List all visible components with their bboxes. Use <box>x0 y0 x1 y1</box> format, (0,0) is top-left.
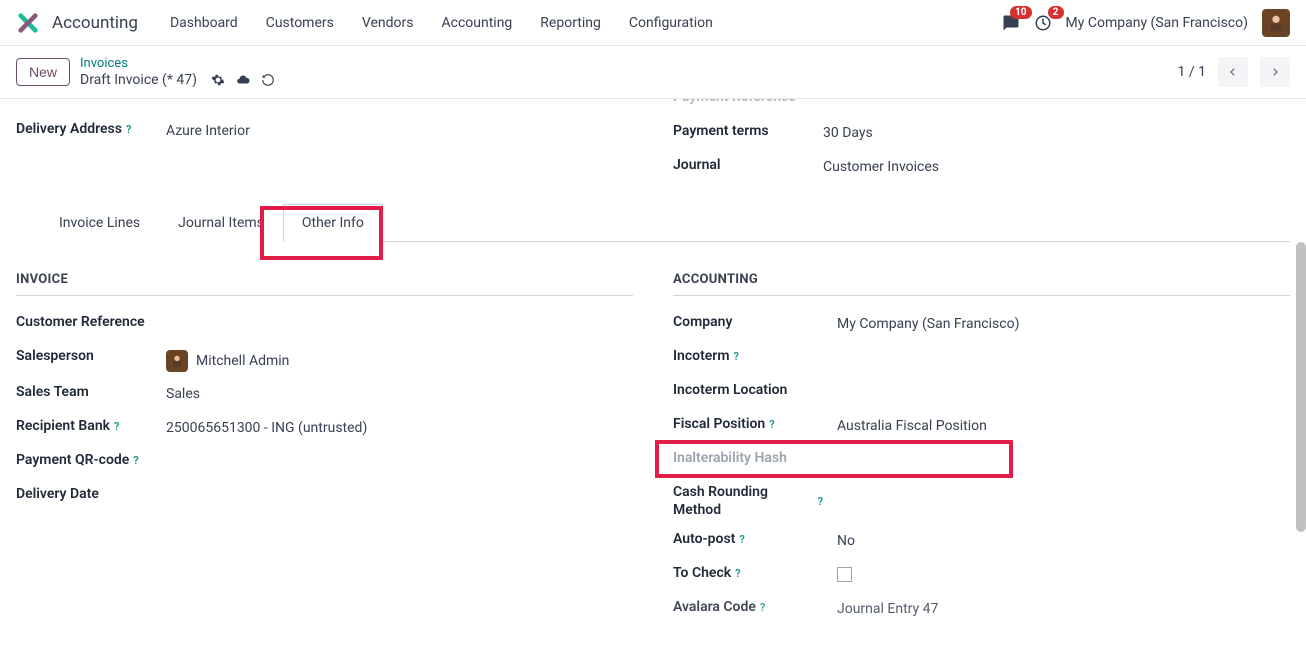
salesperson-avatar-icon <box>166 350 188 372</box>
app-logo[interactable] <box>16 11 40 35</box>
topnav-right: 10 2 My Company (San Francisco) <box>1002 9 1290 37</box>
help-icon[interactable]: ? <box>818 495 823 509</box>
pager-prev[interactable] <box>1218 57 1248 87</box>
form-content: Delivery Address? Azure Interior Payment… <box>0 99 1306 655</box>
incoterm-location-label: Incoterm Location <box>673 382 843 398</box>
cloud-save-icon[interactable] <box>235 73 251 87</box>
nav-accounting[interactable]: Accounting <box>429 9 524 37</box>
activities-button[interactable]: 2 <box>1034 14 1052 32</box>
payment-terms-label: Payment terms <box>673 123 823 139</box>
new-button[interactable]: New <box>16 58 70 86</box>
salesperson-label: Salesperson <box>16 348 166 364</box>
sales-team-value[interactable]: Sales <box>166 384 200 402</box>
tab-other-info[interactable]: Other Info <box>283 204 383 242</box>
nav-configuration[interactable]: Configuration <box>617 9 725 37</box>
nav-reporting[interactable]: Reporting <box>528 9 613 37</box>
activities-badge: 2 <box>1048 6 1064 19</box>
salesperson-name: Mitchell Admin <box>196 353 289 369</box>
breadcrumb-parent[interactable]: Invoices <box>80 56 275 72</box>
tocheck-checkbox[interactable] <box>837 567 852 582</box>
help-icon[interactable]: ? <box>114 420 119 433</box>
delivery-address-label: Delivery Address? <box>16 121 166 137</box>
company-value[interactable]: My Company (San Francisco) <box>837 314 1019 332</box>
gear-icon[interactable] <box>211 73 225 87</box>
tabs: Invoice Lines Journal Items Other Info <box>40 203 1290 242</box>
company-selector[interactable]: My Company (San Francisco) <box>1066 15 1248 31</box>
incoterm-label: Incoterm? <box>673 348 823 364</box>
pager: 1 / 1 <box>1178 57 1290 87</box>
help-icon[interactable]: ? <box>126 123 131 136</box>
recipient-bank-label: Recipient Bank? <box>16 418 166 434</box>
top-nav: Accounting Dashboard Customers Vendors A… <box>0 0 1306 46</box>
tab-journal-items[interactable]: Journal Items <box>159 204 283 242</box>
nav-vendors[interactable]: Vendors <box>350 9 426 37</box>
payment-reference-label: Payment Reference <box>673 99 823 105</box>
nav-customers[interactable]: Customers <box>254 9 346 37</box>
section-invoice-header: INVOICE <box>16 242 633 296</box>
help-icon[interactable]: ? <box>760 601 765 614</box>
app-name[interactable]: Accounting <box>52 13 138 33</box>
messages-badge: 10 <box>1010 6 1031 19</box>
help-icon[interactable]: ? <box>769 418 774 431</box>
company-label: Company <box>673 314 823 330</box>
breadcrumb: Invoices Draft Invoice (* 47) <box>80 56 275 88</box>
breadcrumb-row: New Invoices Draft Invoice (* 47) 1 / 1 <box>0 46 1306 99</box>
user-avatar[interactable] <box>1262 9 1290 37</box>
avatar-icon <box>1265 12 1287 34</box>
scrollbar-thumb[interactable] <box>1296 242 1306 532</box>
delivery-date-label: Delivery Date <box>16 486 166 502</box>
fiscal-position-value[interactable]: Australia Fiscal Position <box>837 416 987 434</box>
tocheck-value[interactable] <box>837 565 852 582</box>
help-icon[interactable]: ? <box>734 350 739 363</box>
nav-menu: Dashboard Customers Vendors Accounting R… <box>158 9 725 37</box>
payment-terms-value[interactable]: 30 Days <box>823 123 873 141</box>
fiscal-position-label: Fiscal Position? <box>673 416 823 432</box>
delivery-address-value[interactable]: Azure Interior <box>166 121 250 139</box>
chevron-right-icon <box>1270 66 1280 78</box>
payment-qr-label: Payment QR-code? <box>16 452 166 468</box>
journal-label: Journal <box>673 157 823 173</box>
sales-team-label: Sales Team <box>16 384 166 400</box>
journal-value[interactable]: Customer Invoices <box>823 157 939 175</box>
section-accounting-header: ACCOUNTING <box>673 242 1290 296</box>
help-icon[interactable]: ? <box>739 533 744 546</box>
pager-text: 1 / 1 <box>1178 64 1206 80</box>
autopost-label: Auto-post? <box>673 531 823 547</box>
salesperson-value[interactable]: Mitchell Admin <box>166 348 289 372</box>
breadcrumb-current-text: Draft Invoice (* 47) <box>80 72 197 89</box>
autopost-value[interactable]: No <box>837 531 855 549</box>
inalterability-hash-label: Inalterability Hash <box>673 450 843 466</box>
discard-icon[interactable] <box>261 73 275 87</box>
help-icon[interactable]: ? <box>133 454 138 467</box>
avalara-code-label: Avalara Code? <box>673 599 823 615</box>
recipient-bank-value[interactable]: 250065651300 - ING (untrusted) <box>166 418 367 436</box>
customer-reference-label: Customer Reference <box>16 314 166 330</box>
avalara-code-value[interactable]: Journal Entry 47 <box>837 599 938 617</box>
tocheck-label: To Check? <box>673 565 823 581</box>
help-icon[interactable]: ? <box>735 567 740 580</box>
nav-dashboard[interactable]: Dashboard <box>158 9 250 37</box>
chevron-left-icon <box>1228 66 1238 78</box>
messages-button[interactable]: 10 <box>1002 14 1020 32</box>
breadcrumb-current: Draft Invoice (* 47) <box>80 72 275 89</box>
tab-invoice-lines[interactable]: Invoice Lines <box>40 204 159 242</box>
pager-next[interactable] <box>1260 57 1290 87</box>
cash-rounding-label: Cash Rounding Method? <box>673 484 823 519</box>
